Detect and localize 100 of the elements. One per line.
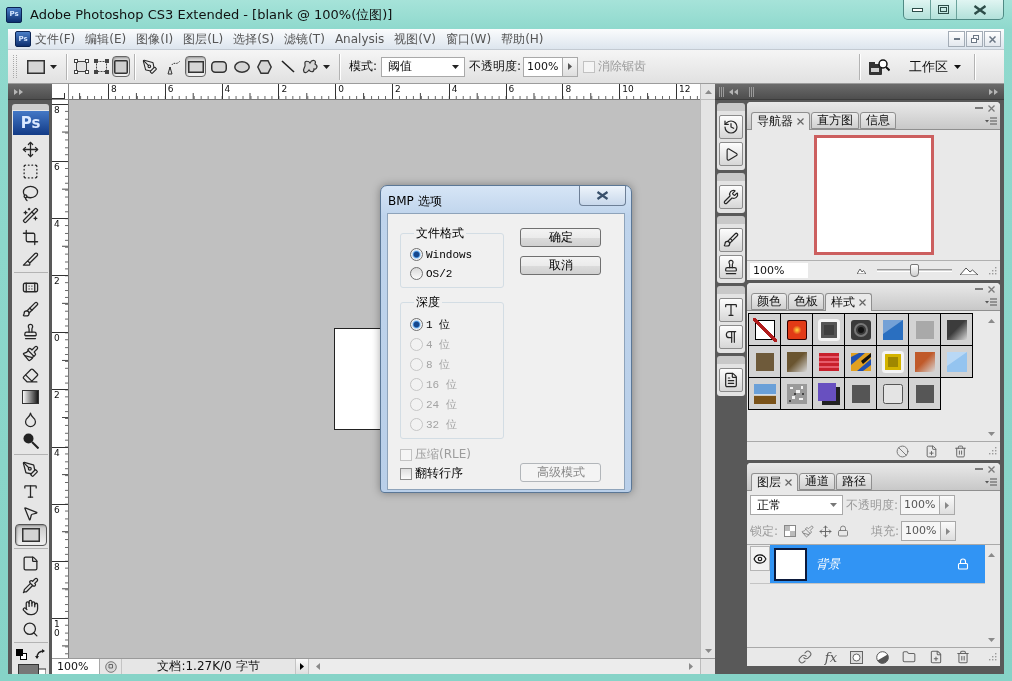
checkbox[interactable]	[400, 467, 412, 480]
panel-tab[interactable]: 色板	[788, 293, 824, 310]
style-swatch[interactable]	[941, 346, 973, 378]
style-swatch[interactable]	[877, 378, 909, 410]
style-swatch[interactable]	[845, 314, 877, 346]
panel-dock-button[interactable]	[719, 368, 743, 392]
panel-tab[interactable]: 颜色	[751, 293, 787, 310]
new-page-icon[interactable]	[925, 444, 938, 458]
menu-item[interactable]: 图像(I)	[132, 30, 178, 48]
dialog-button[interactable]: 取消	[520, 256, 601, 275]
navigator-preview[interactable]	[813, 135, 934, 255]
shape-tool-button[interactable]	[185, 56, 206, 77]
style-swatch[interactable]	[781, 378, 813, 410]
circle-in-square-icon[interactable]	[850, 650, 863, 664]
path-mode-button[interactable]	[72, 56, 90, 77]
style-swatch[interactable]	[845, 378, 877, 410]
lock-icon[interactable]	[837, 525, 850, 537]
restore-button[interactable]	[966, 31, 983, 47]
trash-icon[interactable]	[954, 444, 967, 458]
workspace-menu-button[interactable]: 工作区	[901, 55, 969, 78]
horizontal-scrollbar[interactable]	[309, 659, 700, 674]
radio-button[interactable]	[410, 267, 423, 280]
style-swatch[interactable]	[909, 314, 941, 346]
panel-dock-button[interactable]	[719, 185, 743, 209]
close-icon[interactable]	[859, 299, 866, 306]
panel-tab[interactable]: 信息	[860, 112, 896, 129]
menu-item[interactable]: 窗口(W)	[441, 30, 496, 48]
menu-item[interactable]: 选择(S)	[229, 30, 279, 48]
menu-item[interactable]: Analysis	[330, 32, 389, 46]
close-icon[interactable]	[785, 479, 792, 486]
menu-item[interactable]: 帮助(H)	[497, 30, 548, 48]
menu-item[interactable]: 图层(L)	[179, 30, 228, 48]
style-swatch[interactable]	[813, 346, 845, 378]
close-icon[interactable]	[988, 104, 995, 112]
large-mountain-icon[interactable]	[960, 266, 978, 275]
opacity-arrow-button[interactable]	[940, 495, 956, 515]
small-mountain-icon[interactable]	[857, 267, 866, 274]
menu-item[interactable]: 编辑(E)	[81, 30, 131, 48]
close-button[interactable]	[984, 31, 1001, 47]
ban-icon[interactable]	[896, 444, 909, 458]
vertical-scrollbar[interactable]	[700, 100, 715, 658]
panel-tab[interactable]: 图层	[751, 473, 798, 491]
zoom-field[interactable]: 100%	[52, 659, 100, 674]
style-swatch[interactable]	[877, 314, 909, 346]
menu-item[interactable]: 文件(F)	[31, 30, 80, 48]
checker-square-icon[interactable]	[784, 525, 797, 537]
style-swatch[interactable]	[909, 346, 941, 378]
style-swatch[interactable]	[749, 346, 781, 378]
panel-dock-button[interactable]	[719, 115, 743, 139]
panel-menu-icon[interactable]	[985, 297, 997, 306]
trash-icon[interactable]	[956, 650, 970, 664]
blend-mode-dropdown[interactable]: 正常	[750, 495, 843, 515]
menu-item[interactable]: 滤镜(T)	[280, 30, 329, 48]
status-menu-button[interactable]	[295, 659, 309, 674]
close-icon[interactable]	[797, 118, 804, 125]
close-button[interactable]	[579, 186, 626, 206]
menu-item[interactable]: 视图(V)	[390, 30, 440, 48]
half-circle-icon[interactable]	[876, 650, 889, 664]
panel-dock-button[interactable]	[719, 142, 743, 166]
close-icon[interactable]	[988, 285, 995, 293]
style-swatch[interactable]	[781, 346, 813, 378]
fill-arrow-button[interactable]	[941, 521, 957, 541]
panel-tab[interactable]: 样式	[825, 293, 872, 311]
slider-thumb[interactable]	[909, 264, 919, 277]
visibility-toggle[interactable]	[750, 546, 770, 571]
swap-arrows-icon[interactable]	[34, 648, 46, 660]
tool-button[interactable]	[14, 524, 47, 546]
minimize-button[interactable]	[948, 31, 965, 47]
fx-button[interactable]: fx	[824, 650, 837, 664]
move-arrows-icon[interactable]	[819, 524, 833, 538]
radio-button[interactable]	[410, 248, 423, 261]
mode-dropdown[interactable]: 阈值	[381, 56, 466, 77]
panel-menu-icon[interactable]	[985, 116, 997, 125]
folder-icon[interactable]	[902, 650, 916, 664]
style-swatch[interactable]	[941, 314, 973, 346]
folder-search-icon[interactable]	[868, 57, 890, 76]
opacity-field[interactable]: 100%	[523, 56, 564, 77]
color-swatches-icon[interactable]	[17, 664, 46, 674]
default-colors-icon[interactable]	[15, 648, 27, 660]
radio-button[interactable]	[410, 317, 423, 331]
panel-tab[interactable]: 导航器	[751, 112, 810, 130]
style-swatch[interactable]	[909, 378, 941, 410]
panel-dock-button[interactable]	[719, 325, 743, 349]
style-swatch[interactable]	[781, 314, 813, 346]
close-icon[interactable]	[988, 465, 995, 473]
panel-tab[interactable]: 通道	[799, 473, 835, 490]
zoom-field[interactable]: 100%	[750, 263, 808, 278]
path-mode-button[interactable]	[112, 56, 130, 77]
panel-dock-button[interactable]	[719, 298, 743, 322]
style-swatch[interactable]	[845, 346, 877, 378]
opacity-arrow-button[interactable]	[563, 56, 579, 77]
panel-tab[interactable]: 直方图	[811, 112, 859, 129]
dialog-button[interactable]: 确定	[520, 228, 601, 247]
panel-menu-icon[interactable]	[985, 477, 997, 486]
panel-dock-button[interactable]	[719, 228, 743, 252]
link-icon[interactable]	[797, 650, 812, 664]
panel-tab[interactable]: 路径	[836, 473, 872, 490]
style-swatch[interactable]	[749, 378, 781, 410]
panel-dock-button[interactable]	[719, 255, 743, 279]
new-page-icon[interactable]	[929, 650, 943, 664]
